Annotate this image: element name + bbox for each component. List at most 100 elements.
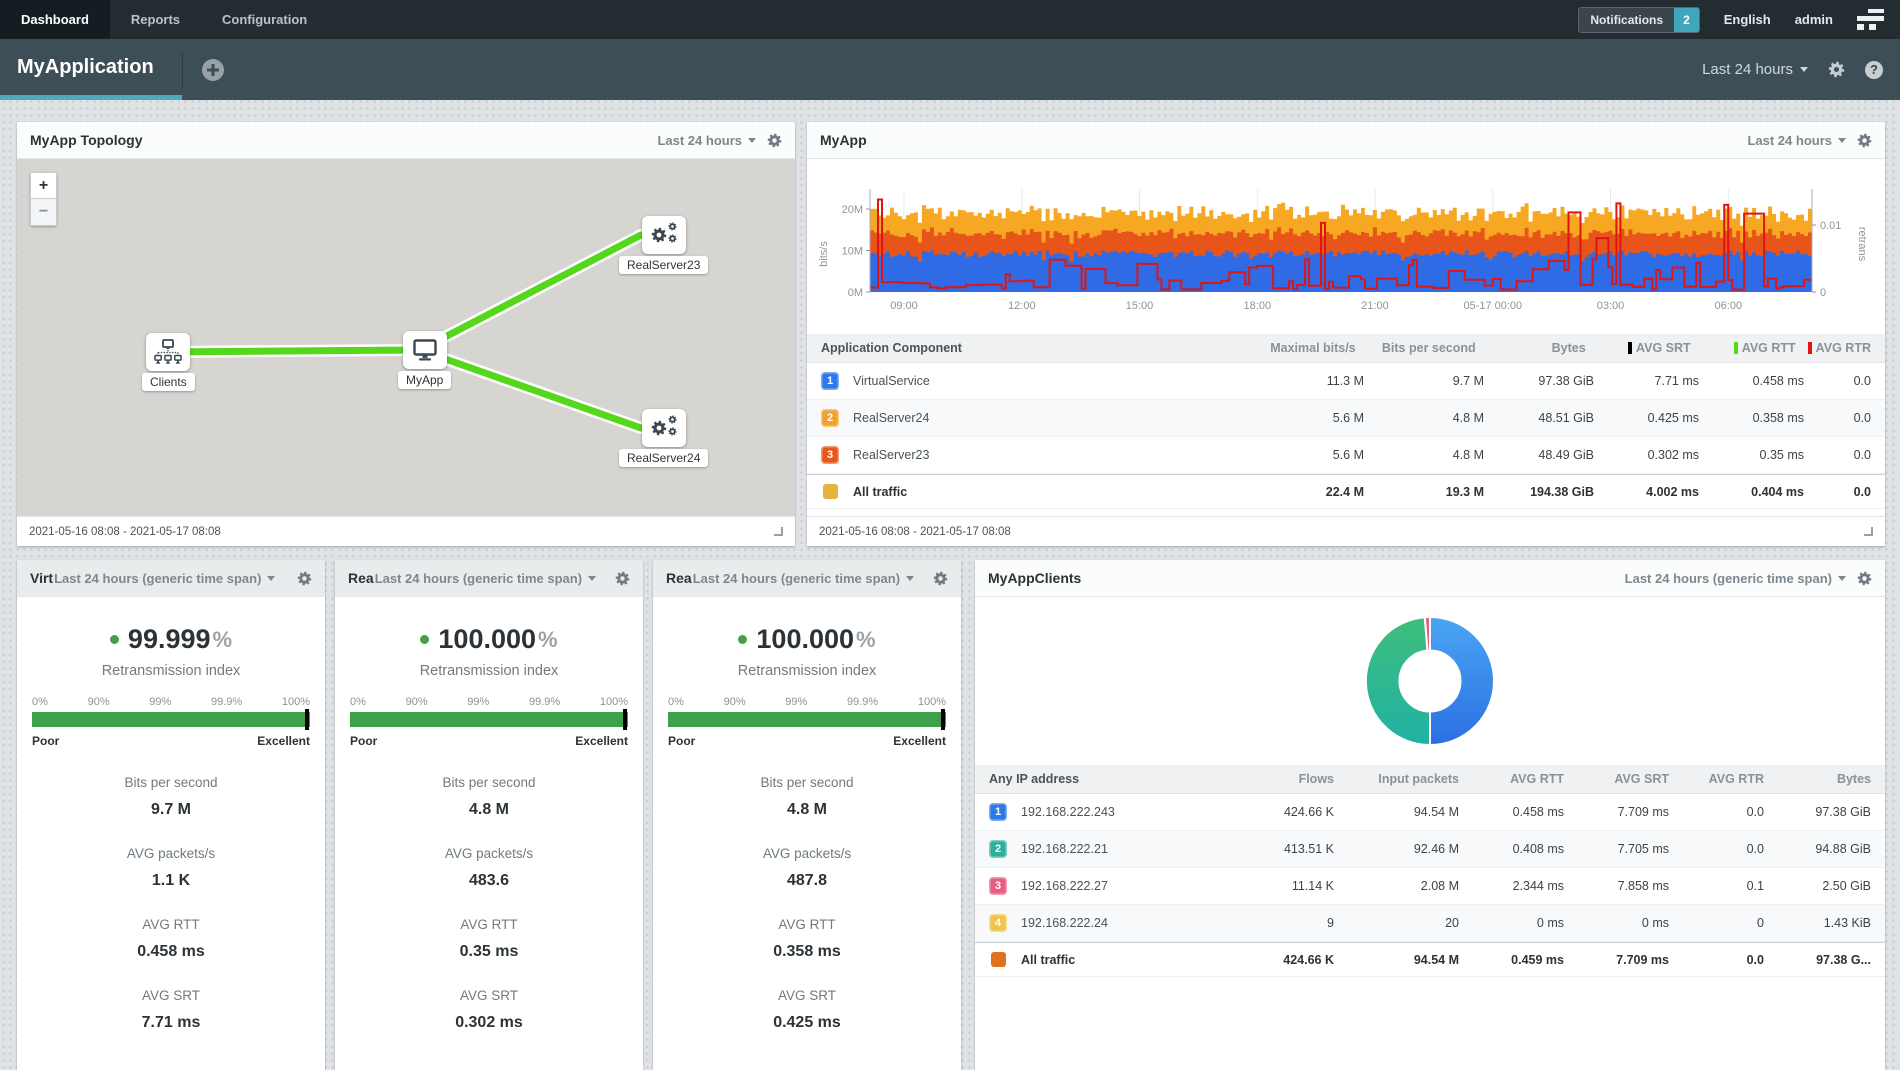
column-header[interactable]: Bytes [1482,334,1592,362]
cell: 4.002 ms [1600,476,1705,508]
column-header[interactable]: AVG RTT [1697,334,1802,362]
gauge-marker [623,709,627,730]
rank-badge: 2 [821,409,839,427]
panel-time-range: 2021-05-16 08:08 - 2021-05-17 08:08 [819,526,1011,538]
panel-timespan-dropdown[interactable]: Last 24 hours (generic time span) [375,571,596,586]
column-header[interactable]: AVG SRT [1592,334,1697,362]
panel-settings-gear-icon[interactable] [297,571,312,586]
nav-tab-dashboard[interactable]: Dashboard [0,0,110,39]
retransmission-percent: 100.000% [335,624,643,655]
cell: 0 ms [1465,907,1570,939]
status-dot-icon [738,635,747,644]
gauge-scale-tick: 100% [282,696,310,708]
topology-node-rs24[interactable]: RealServer24 [619,409,708,467]
gauge-scale-tick: 99.9% [847,696,878,708]
cell: 0.358 ms [1705,402,1810,434]
panel-title: Rea [666,570,692,586]
cell: 0.404 ms [1705,476,1810,508]
table-row[interactable]: 3192.168.222.2711.14 K2.08 M2.344 ms7.85… [975,868,1885,905]
metric-avg-srt: AVG SRT0.302 ms [335,988,643,1032]
panel-settings-gear-icon[interactable] [767,133,782,148]
column-header[interactable]: Input packets [1340,765,1465,793]
svg-text:0: 0 [1820,287,1826,299]
cell: 2.50 GiB [1770,870,1885,902]
panel-settings-gear-icon[interactable] [1857,571,1872,586]
help-icon[interactable]: ? [1865,61,1883,79]
map-zoom-out-button[interactable]: − [30,199,57,226]
node-label: MyApp [398,371,451,389]
table-row[interactable]: 4192.168.222.249200 ms0 ms01.43 KiB [975,905,1885,942]
panel-timespan-dropdown[interactable]: Last 24 hours (generic time span) [693,571,914,586]
user-menu[interactable]: admin [1795,12,1833,27]
gauge-scale-tick: 90% [88,696,110,708]
language-selector[interactable]: English [1724,12,1771,27]
chevron-down-icon [267,576,275,581]
panel-settings-gear-icon[interactable] [1857,133,1872,148]
table-row[interactable]: 3RealServer235.6 M4.8 M48.49 GiB0.302 ms… [807,437,1885,474]
notifications-count-badge: 2 [1674,8,1699,32]
metric-bits-per-second: Bits per second9.7 M [17,775,325,819]
svg-text:06:00: 06:00 [1715,300,1743,312]
topology-node-rs23[interactable]: RealServer23 [619,216,708,274]
table-total-row[interactable]: All traffic22.4 M19.3 M194.38 GiB4.002 m… [807,474,1885,509]
panel-title: MyApp Topology [30,132,143,148]
cell: 20 [1340,907,1465,939]
retransmission-percent: 99.999% [17,624,325,655]
add-dashboard-tab-button[interactable] [202,59,224,81]
nav-tab-reports[interactable]: Reports [110,0,201,39]
panel-resize-handle[interactable] [1864,527,1873,536]
cell: 5.6 M [1240,439,1370,471]
global-timespan-dropdown[interactable]: Last 24 hours [1702,61,1808,78]
cell: 7.709 ms [1570,944,1675,976]
cell: 0.0 [1810,476,1885,508]
retransmission-percent: 100.000% [653,624,961,655]
row-name: 192.168.222.243 [1021,805,1115,819]
table-row[interactable]: 1VirtualService11.3 M9.7 M97.38 GiB7.71 … [807,363,1885,400]
panel-settings-gear-icon[interactable] [615,571,630,586]
gears-icon [649,221,679,249]
table-row[interactable]: 1192.168.222.243424.66 K94.54 M0.458 ms7… [975,794,1885,831]
panel-timespan-dropdown[interactable]: Last 24 hours [657,133,756,148]
table-total-row[interactable]: All traffic424.66 K94.54 M0.459 ms7.709 … [975,942,1885,977]
panel-settings-gear-icon[interactable] [933,571,948,586]
tab-myapplication[interactable]: MyApplication [0,39,182,100]
topology-map[interactable]: + − Clients MyApp RealServer23 RealServer24 [17,159,795,516]
column-header[interactable]: Flows [1225,765,1340,793]
column-header[interactable]: Bits per second [1362,334,1482,362]
panel-title: Rea [348,570,374,586]
rank-badge: 3 [821,446,839,464]
nav-tab-configuration[interactable]: Configuration [201,0,328,39]
column-header[interactable]: Bytes [1770,765,1885,793]
panel-timespan-dropdown[interactable]: Last 24 hours (generic time span) [54,571,275,586]
column-header[interactable]: AVG RTR [1675,765,1770,793]
notifications-button[interactable]: Notifications 2 [1578,7,1699,33]
gauge-scale-tick: 90% [724,696,746,708]
table-row[interactable]: 2192.168.222.21413.51 K92.46 M0.408 ms7.… [975,831,1885,868]
column-header[interactable]: AVG RTR [1802,334,1885,362]
row-name: 192.168.222.24 [1021,916,1108,930]
chevron-down-icon [906,576,914,581]
metric-bits-per-second: Bits per second4.8 M [653,775,961,819]
cell: 2.344 ms [1465,870,1570,902]
cell: 94.54 M [1340,944,1465,976]
column-header[interactable]: Application Component [807,334,1232,362]
column-header[interactable]: Maximal bits/s [1232,334,1362,362]
panel-timespan-dropdown[interactable]: Last 24 hours (generic time span) [1625,571,1846,586]
topology-node-clients[interactable]: Clients [142,333,195,391]
cell: 19.3 M [1370,476,1490,508]
column-header[interactable]: AVG SRT [1570,765,1675,793]
topology-node-myapp[interactable]: MyApp [398,331,451,389]
map-zoom-in-button[interactable]: + [30,172,57,199]
gauge-bar [668,712,946,727]
svg-text:0M: 0M [848,287,863,299]
traffic-chart-svg: 0M10M20M00.0109:0012:0015:0018:0021:0005… [807,159,1885,334]
panel-timespan-dropdown[interactable]: Last 24 hours [1747,133,1846,148]
panel-resize-handle[interactable] [774,527,783,536]
column-header[interactable]: AVG RTT [1465,765,1570,793]
column-header[interactable]: Any IP address [975,765,1225,793]
metric-avg-packets-s: AVG packets/s487.8 [653,846,961,890]
table-row[interactable]: 2RealServer245.6 M4.8 M48.51 GiB0.425 ms… [807,400,1885,437]
cell: 9.7 M [1370,365,1490,397]
application-components-table: Application ComponentMaximal bits/sBits … [807,334,1885,509]
dashboard-settings-gear-icon[interactable] [1828,61,1845,78]
